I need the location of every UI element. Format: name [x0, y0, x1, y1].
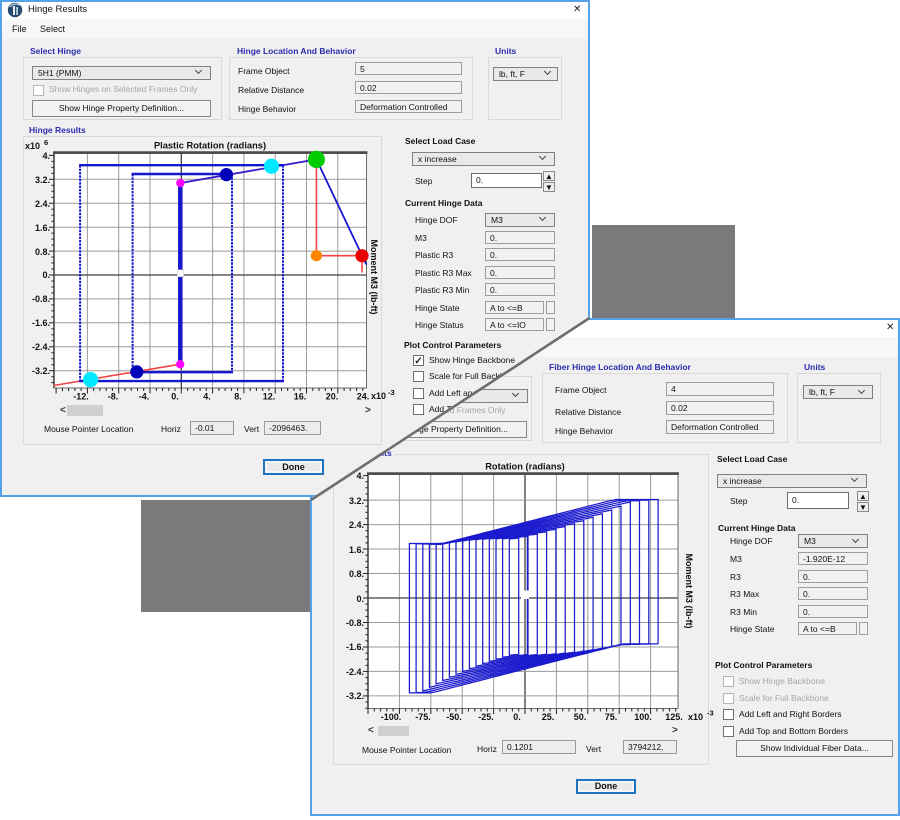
svg-text:50.: 50.	[574, 712, 587, 722]
svg-text:-100.: -100.	[381, 712, 402, 722]
svg-text:0.: 0.	[42, 270, 50, 280]
svg-text:4.: 4.	[203, 392, 211, 402]
svg-text:Plastic Rotation (radians): Plastic Rotation (radians)	[154, 141, 266, 151]
svg-text:24.: 24.	[357, 392, 370, 402]
svg-text:-12.: -12.	[73, 392, 89, 402]
svg-text:-2.4.: -2.4.	[32, 342, 50, 352]
svg-text:0.: 0.	[513, 712, 521, 722]
svg-text:20.: 20.	[326, 392, 339, 402]
svg-text:-2.4.: -2.4.	[346, 667, 364, 677]
svg-text:3.2.: 3.2.	[35, 175, 50, 185]
svg-text:-3.2.: -3.2.	[346, 691, 364, 701]
svg-text:25.: 25.	[542, 712, 555, 722]
svg-text:-50.: -50.	[446, 712, 462, 722]
svg-text:-3: -3	[388, 388, 395, 397]
svg-text:16.: 16.	[294, 392, 307, 402]
svg-text:125.: 125.	[665, 712, 683, 722]
svg-text:4.: 4.	[356, 471, 364, 481]
svg-text:Moment M3 (lb-ft): Moment M3 (lb-ft)	[684, 554, 694, 629]
svg-text:x10: x10	[25, 141, 40, 151]
svg-text:-0.8.: -0.8.	[32, 294, 50, 304]
svg-text:3.2.: 3.2.	[349, 496, 364, 506]
svg-text:-8.: -8.	[108, 392, 119, 402]
svg-text:-25.: -25.	[478, 712, 494, 722]
svg-text:0.8.: 0.8.	[35, 247, 50, 257]
svg-text:12.: 12.	[263, 392, 276, 402]
svg-text:-1.6.: -1.6.	[346, 642, 364, 652]
svg-text:-1.6.: -1.6.	[32, 318, 50, 328]
svg-text:0.: 0.	[356, 594, 364, 604]
svg-text:x10: x10	[371, 391, 386, 401]
svg-text:-3.2.: -3.2.	[32, 366, 50, 376]
svg-text:0.: 0.	[171, 392, 179, 402]
svg-text:-75.: -75.	[415, 712, 431, 722]
svg-text:2.4.: 2.4.	[349, 520, 364, 530]
svg-text:Rotation (radians): Rotation (radians)	[485, 462, 565, 472]
svg-text:x10: x10	[688, 712, 703, 722]
svg-text:2.4.: 2.4.	[35, 199, 50, 209]
svg-text:75.: 75.	[605, 712, 618, 722]
svg-text:100.: 100.	[634, 712, 652, 722]
svg-text:-4.: -4.	[139, 392, 150, 402]
svg-text:1.6.: 1.6.	[349, 545, 364, 555]
svg-text:4.: 4.	[42, 151, 50, 161]
svg-text:-0.8.: -0.8.	[346, 618, 364, 628]
svg-text:Moment M3 (lb-ft): Moment M3 (lb-ft)	[369, 240, 379, 315]
svg-text:6: 6	[44, 138, 48, 147]
svg-text:-3: -3	[707, 709, 714, 718]
svg-text:1.6.: 1.6.	[35, 223, 50, 233]
svg-text:0.8.: 0.8.	[349, 569, 364, 579]
svg-text:8.: 8.	[234, 392, 242, 402]
